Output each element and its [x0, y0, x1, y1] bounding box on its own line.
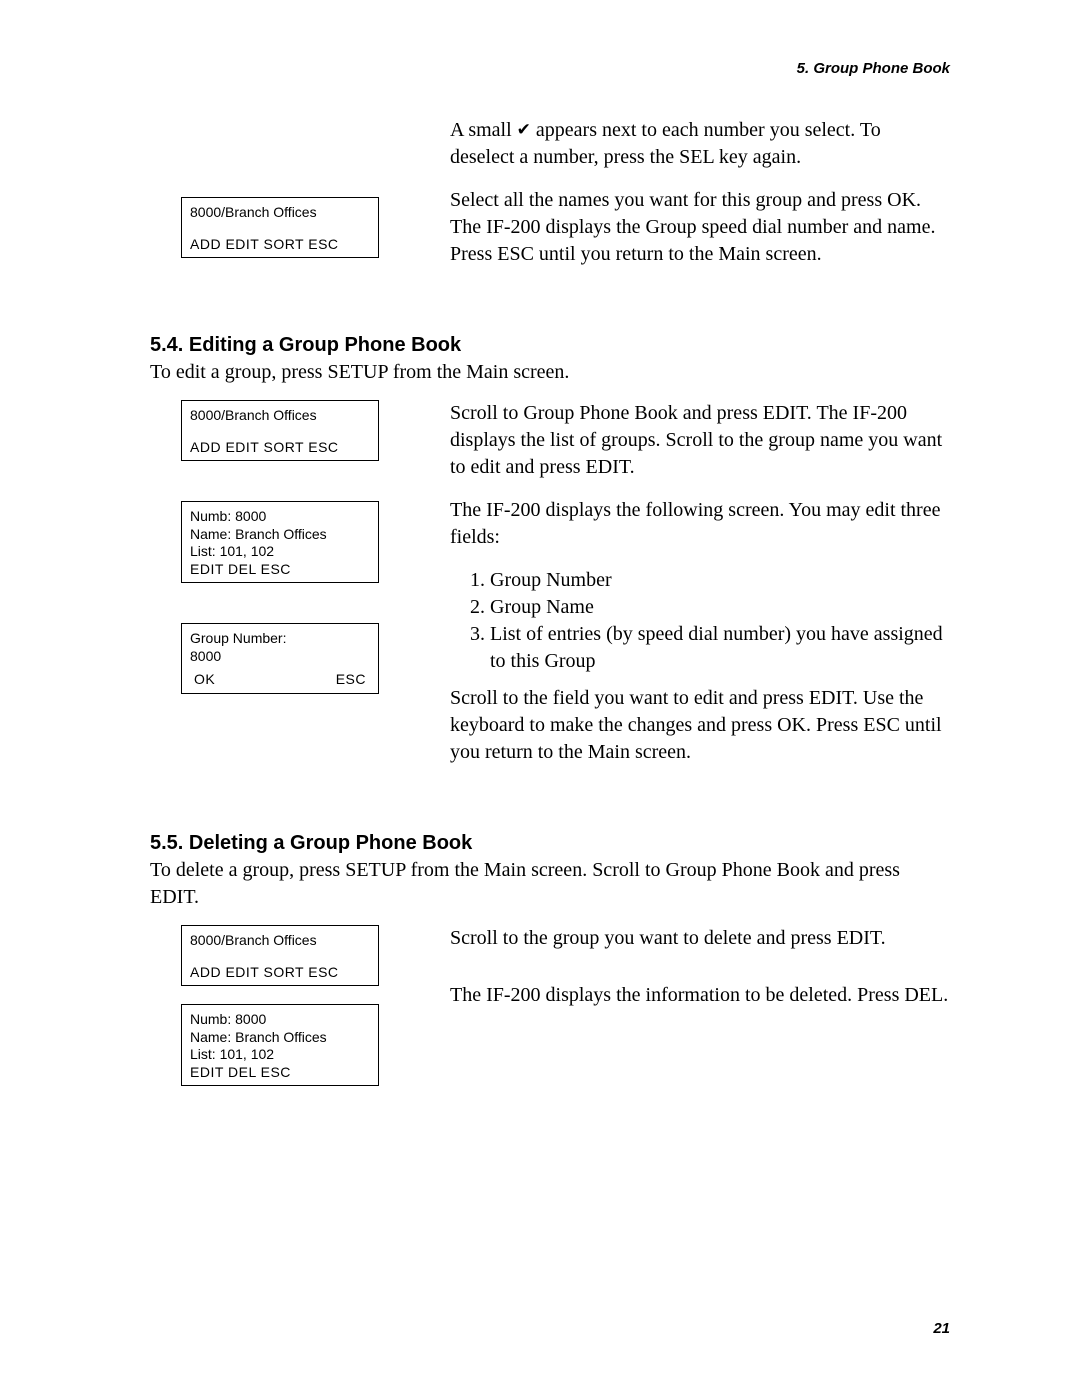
- paragraph: The IF-200 displays the information to b…: [450, 982, 950, 1009]
- paragraph: Scroll to Group Phone Book and press EDI…: [450, 400, 950, 481]
- lcd-line: List: 101, 102: [190, 543, 370, 561]
- lcd-menu: OK ESC: [190, 671, 370, 689]
- lcd-line: 8000: [190, 648, 370, 666]
- text: A small: [450, 119, 517, 141]
- lcd-line: Name: Branch Offices: [190, 526, 370, 544]
- lcd-line: 8000/Branch Offices: [190, 407, 370, 425]
- section-heading-5-4: 5.4. Editing a Group Phone Book: [150, 334, 950, 357]
- lcd-line: Group Number:: [190, 630, 370, 648]
- paragraph: To edit a group, press SETUP from the Ma…: [150, 359, 950, 386]
- lcd-line: List: 101, 102: [190, 1046, 370, 1064]
- lcd-line: Numb: 8000: [190, 1011, 370, 1029]
- lcd-menu: EDIT DEL ESC: [190, 1064, 370, 1082]
- lcd-line: 8000/Branch Offices: [190, 932, 370, 950]
- check-icon: ✔: [517, 120, 531, 139]
- lcd-menu-item: ESC: [336, 671, 366, 689]
- lcd-screen-group-list: 8000/Branch Offices ADD EDIT SORT ESC: [181, 925, 379, 986]
- lcd-line: Numb: 8000: [190, 508, 370, 526]
- list-item: Group Number: [490, 567, 950, 594]
- lcd-screen-group-detail: Numb: 8000 Name: Branch Offices List: 10…: [181, 1004, 379, 1086]
- paragraph: Select all the names you want for this g…: [450, 187, 950, 268]
- lcd-menu: ADD EDIT SORT ESC: [190, 964, 370, 982]
- paragraph: The IF-200 displays the following screen…: [450, 497, 950, 551]
- lcd-screen-group-detail: Numb: 8000 Name: Branch Offices List: 10…: [181, 501, 379, 583]
- page-number: 21: [933, 1320, 950, 1337]
- lcd-line: Name: Branch Offices: [190, 1029, 370, 1047]
- lcd-menu: ADD EDIT SORT ESC: [190, 439, 370, 457]
- lcd-menu: ADD EDIT SORT ESC: [190, 236, 370, 254]
- section-heading-5-5: 5.5. Deleting a Group Phone Book: [150, 832, 950, 855]
- lcd-menu: EDIT DEL ESC: [190, 561, 370, 579]
- list-item: Group Name: [490, 594, 950, 621]
- paragraph: Scroll to the field you want to edit and…: [450, 685, 950, 766]
- paragraph: To delete a group, press SETUP from the …: [150, 857, 950, 911]
- ordered-list-editable-fields: Group Number Group Name List of entries …: [472, 567, 950, 675]
- list-item: List of entries (by speed dial number) y…: [490, 621, 950, 675]
- paragraph: Scroll to the group you want to delete a…: [450, 925, 950, 952]
- lcd-menu-item: OK: [194, 671, 215, 689]
- paragraph: A small ✔ appears next to each number yo…: [450, 117, 950, 171]
- lcd-screen-group-list: 8000/Branch Offices ADD EDIT SORT ESC: [181, 400, 379, 461]
- lcd-screen-group-list: 8000/Branch Offices ADD EDIT SORT ESC: [181, 197, 379, 258]
- page-header: 5. Group Phone Book: [150, 60, 950, 77]
- lcd-line: 8000/Branch Offices: [190, 204, 370, 222]
- lcd-screen-group-number: Group Number: 8000 OK ESC: [181, 623, 379, 694]
